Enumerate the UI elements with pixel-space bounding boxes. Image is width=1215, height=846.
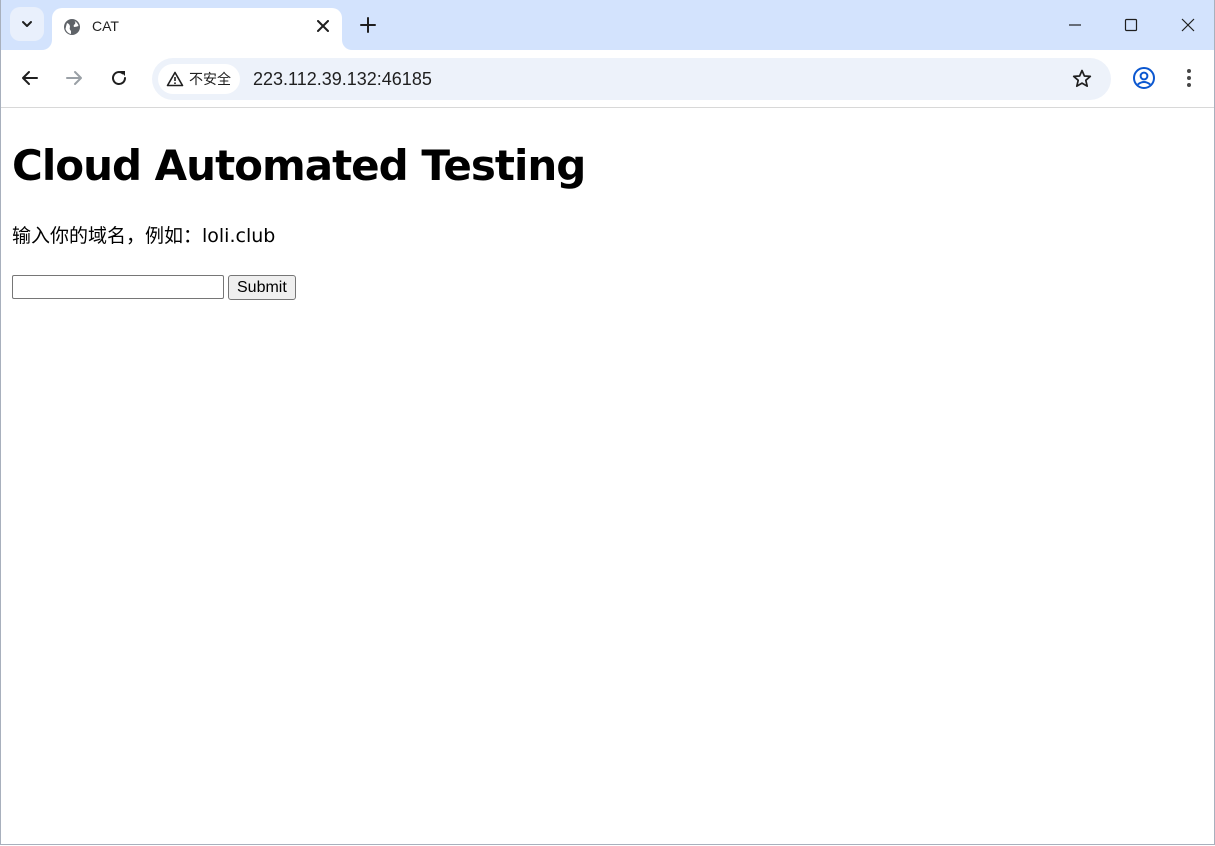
warning-icon [166, 71, 184, 87]
forward-button[interactable] [59, 63, 89, 93]
address-bar[interactable]: 不安全 223.112.39.132:46185 [152, 58, 1111, 100]
maximize-icon [1124, 18, 1138, 32]
tab-search-button[interactable] [10, 7, 44, 41]
profile-icon[interactable] [1132, 66, 1156, 90]
plus-icon [360, 17, 376, 33]
back-button[interactable] [15, 63, 45, 93]
bookmark-star-icon[interactable] [1071, 68, 1093, 90]
reload-icon [110, 69, 128, 87]
tab-strip: CAT [1, 0, 1214, 50]
tab-title: CAT [92, 18, 119, 34]
window-close-button[interactable] [1168, 8, 1208, 42]
tab-search-icon [20, 17, 34, 31]
submit-button[interactable]: Submit [228, 275, 296, 300]
security-label: 不安全 [189, 72, 231, 88]
forward-icon [65, 69, 83, 87]
url-text[interactable]: 223.112.39.132:46185 [253, 69, 432, 89]
domain-input[interactable] [12, 275, 224, 299]
browser-window: CAT 不安全 223.112.39.132:46185 Cloud Autom… [0, 0, 1215, 845]
page-content: Cloud Automated Testing 输入你的域名，例如：loli.c… [1, 108, 1214, 844]
back-icon [21, 69, 39, 87]
close-icon [317, 20, 329, 32]
active-tab[interactable]: CAT [52, 8, 342, 50]
tab-close-button[interactable] [312, 15, 334, 37]
security-indicator[interactable]: 不安全 [158, 64, 240, 94]
globe-icon [63, 18, 81, 36]
new-tab-button[interactable] [354, 11, 382, 39]
window-close-icon [1181, 18, 1195, 32]
page-title: Cloud Automated Testing [12, 141, 586, 190]
more-menu-icon[interactable] [1179, 66, 1199, 90]
minimize-icon [1068, 18, 1082, 32]
browser-toolbar: 不安全 223.112.39.132:46185 [1, 50, 1214, 108]
maximize-button[interactable] [1111, 8, 1151, 42]
reload-button[interactable] [104, 63, 134, 93]
minimize-button[interactable] [1055, 8, 1095, 42]
domain-prompt: 输入你的域名，例如：loli.club [12, 225, 276, 247]
